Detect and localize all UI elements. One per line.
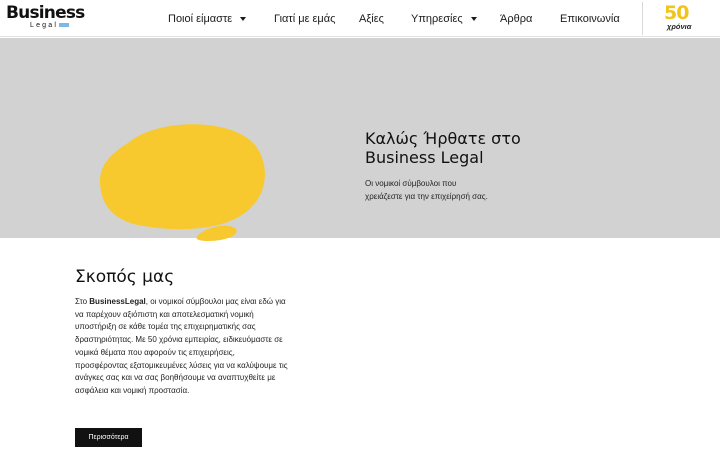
logo-subtitle-text: Legal <box>30 22 59 29</box>
logo-wordmark: Business <box>6 3 85 23</box>
more-button[interactable]: Περισσότερα <box>75 428 142 447</box>
speech-bubble-tail <box>196 225 237 241</box>
nav-item-services[interactable]: Υπηρεσίες <box>411 0 477 37</box>
hero-title: Καλώς Ήρθατε στο Business Legal <box>365 129 521 167</box>
hero-subtitle: Οι νομικοί σύμβουλοι που χρειάζεστε για … <box>365 179 488 201</box>
nav-item-contact[interactable]: Επικοινωνία <box>560 0 620 37</box>
chevron-down-icon <box>470 16 477 21</box>
purpose-paragraph: Στο BusinessLegal, οι νομικοί σύμβουλοι … <box>75 296 289 398</box>
header-divider <box>642 2 643 35</box>
nav-item-label: Γιατί με εμάς <box>274 12 336 25</box>
logo-subtitle: Legal <box>30 22 70 30</box>
nav-item-why-us[interactable]: Γιατί με εμάς <box>274 0 335 37</box>
purpose-body-prefix: Στο <box>75 297 90 306</box>
nav-item-label: Ποιοί είμαστε <box>168 12 233 25</box>
purpose-body-brand: BusinessLegal <box>89 297 146 306</box>
nav-item-label: Επικοινωνία <box>560 12 620 25</box>
hero-section: Καλώς Ήρθατε στο Business Legal Οι νομικ… <box>0 38 720 241</box>
purpose-heading: Σκοπός μας <box>75 267 175 287</box>
nav-item-label: Άρθρα <box>500 12 533 25</box>
years-badge: 50 χρόνια <box>662 2 694 33</box>
nav-item-label: Αξίες <box>359 12 384 25</box>
nav-item-label: Υπηρεσίες <box>411 12 463 25</box>
years-badge-number: 50 <box>664 2 689 24</box>
nav-item-who-we-are[interactable]: Ποιοί είμαστε <box>168 0 247 37</box>
site-header: Business Legal Ποιοί είμαστε Γιατί με εμ… <box>0 0 720 37</box>
speech-bubble-shape <box>100 124 265 241</box>
speech-bubble-body <box>100 124 265 230</box>
nav-item-values[interactable]: Αξίες <box>359 0 384 37</box>
chevron-down-icon <box>240 16 247 21</box>
brand-logo[interactable]: Business Legal <box>6 3 85 32</box>
logo-accent-bar <box>59 23 70 28</box>
years-badge-text: χρόνια <box>667 22 692 31</box>
nav-item-articles[interactable]: Άρθρα <box>500 0 532 37</box>
purpose-body-text: , οι νομικοί σύμβουλοι μας είναι εδώ για… <box>75 297 288 395</box>
